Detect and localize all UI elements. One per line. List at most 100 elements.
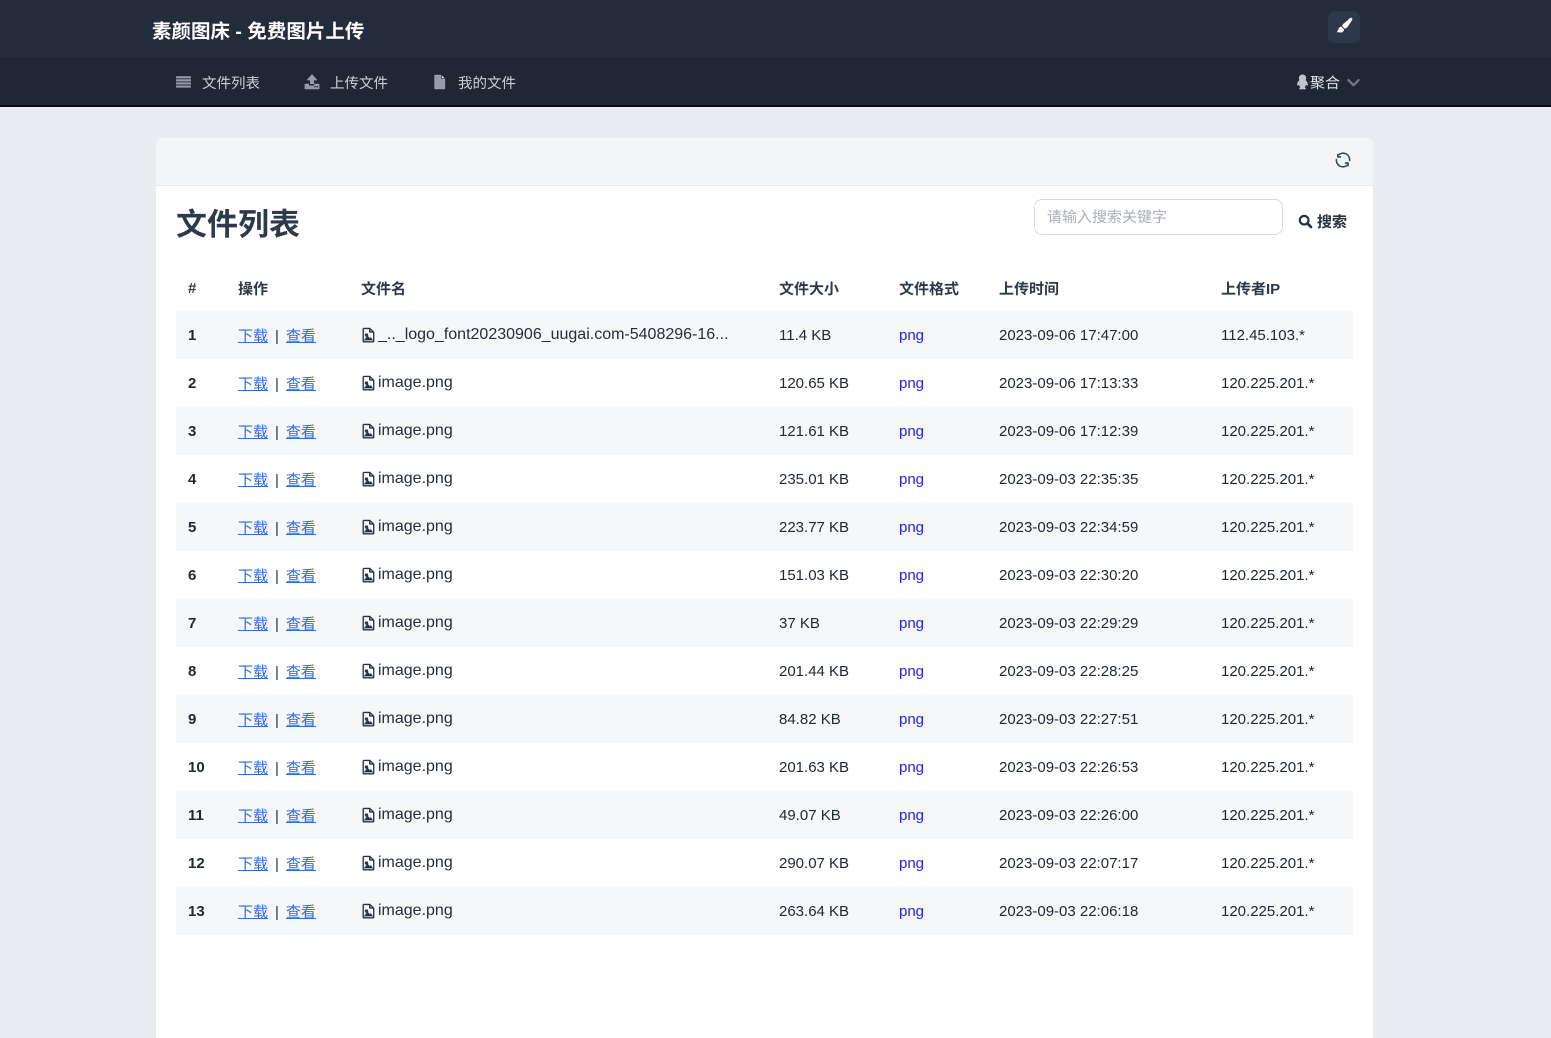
view-link[interactable]: 查看 (286, 760, 316, 777)
cell-filename: image.png (349, 791, 767, 839)
table-row: 3 下载 | 查看 image.png 121.61 KB png 2023-09-06 17… (176, 407, 1353, 455)
cell-format: png (887, 455, 987, 503)
chevron-down-icon (1347, 76, 1360, 89)
file-icon (432, 74, 448, 90)
cell-size: 121.61 KB (779, 422, 850, 440)
cell-filename: image.png (349, 887, 767, 935)
upload-icon (304, 74, 320, 90)
cell-index: 10 (188, 758, 205, 776)
file-image-icon (361, 759, 375, 775)
view-link[interactable]: 查看 (286, 376, 316, 393)
format-link[interactable]: png (899, 711, 924, 728)
format-link[interactable]: png (899, 807, 924, 824)
format-link[interactable]: png (899, 519, 924, 536)
nav-item-file-list[interactable]: 文件列表 (154, 59, 282, 105)
format-link[interactable]: png (899, 759, 924, 776)
format-link[interactable]: png (899, 615, 924, 632)
table-row: 8 下载 | 查看 image.png 201.44 KB png 2023-09-03 22… (176, 647, 1353, 695)
view-link[interactable]: 查看 (286, 424, 316, 441)
format-link[interactable]: png (899, 903, 924, 920)
cell-time: 2023-09-03 22:34:59 (999, 518, 1139, 536)
download-link[interactable]: 下载 (238, 856, 268, 873)
cell-time: 2023-09-03 22:07:17 (999, 854, 1139, 872)
cell-filename: image.png (349, 839, 767, 887)
download-link[interactable]: 下载 (238, 808, 268, 825)
download-link[interactable]: 下载 (238, 760, 268, 777)
format-link[interactable]: png (899, 423, 924, 440)
format-link[interactable]: png (899, 663, 924, 680)
view-link[interactable]: 查看 (286, 664, 316, 681)
filename-wrap: _.._logo_font20230906_uugai.com-5408296-… (361, 326, 755, 344)
format-link[interactable]: png (899, 471, 924, 488)
cell-index: 2 (188, 374, 197, 392)
download-link[interactable]: 下载 (238, 664, 268, 681)
cell-actions: 下载 | 查看 (226, 743, 349, 791)
cell-format: png (887, 311, 987, 359)
view-link[interactable]: 查看 (286, 856, 316, 873)
filename-wrap: image.png (361, 518, 755, 536)
file-table: # 操作 文件名 文件大小 文件格式 上传时间 上传者IP 1 下载 | 查看 _.._… (176, 266, 1353, 935)
file-image-icon (361, 471, 375, 487)
download-link[interactable]: 下载 (238, 328, 268, 345)
cell-ip: 120.225.201.* (1221, 758, 1315, 776)
col-time: 上传时间 (999, 281, 1060, 298)
refresh-button[interactable] (1334, 151, 1352, 172)
view-link[interactable]: 查看 (286, 808, 316, 825)
cell-filename: image.png (349, 647, 767, 695)
cell-format: png (887, 407, 987, 455)
cell-actions: 下载 | 查看 (226, 647, 349, 695)
cell-size: 223.77 KB (779, 518, 850, 536)
search-input[interactable] (1033, 199, 1283, 235)
file-image-icon (361, 855, 375, 871)
format-link[interactable]: png (899, 375, 924, 392)
format-link[interactable]: png (899, 855, 924, 872)
user-menu[interactable]: 聚合 (1296, 59, 1360, 105)
download-link[interactable]: 下载 (238, 424, 268, 441)
search-button[interactable]: 搜索 (1298, 211, 1347, 232)
theme-toggle-button[interactable] (1328, 11, 1360, 43)
view-link[interactable]: 查看 (286, 328, 316, 345)
cell-size: 201.44 KB (779, 662, 850, 680)
view-link[interactable]: 查看 (286, 568, 316, 585)
format-link[interactable]: png (899, 567, 924, 584)
view-link[interactable]: 查看 (286, 472, 316, 489)
download-link[interactable]: 下载 (238, 376, 268, 393)
format-link[interactable]: png (899, 327, 924, 344)
cell-ip: 120.225.201.* (1221, 470, 1315, 488)
search-icon (1298, 214, 1313, 229)
file-image-icon (361, 663, 375, 679)
page-title: 文件列表 (176, 207, 300, 242)
view-link[interactable]: 查看 (286, 616, 316, 633)
cell-size: 120.65 KB (779, 374, 850, 392)
cell-ip: 120.225.201.* (1221, 614, 1315, 632)
filename-text: image.png (378, 518, 453, 535)
filename-wrap: image.png (361, 806, 755, 824)
table-header-row: # 操作 文件名 文件大小 文件格式 上传时间 上传者IP (176, 266, 1353, 311)
nav-item-my-files[interactable]: 我的文件 (410, 59, 538, 105)
card-header (156, 138, 1373, 186)
cell-size: 201.63 KB (779, 758, 850, 776)
action-separator: | (275, 471, 279, 489)
download-link[interactable]: 下载 (238, 568, 268, 585)
filename-wrap: image.png (361, 758, 755, 776)
file-image-icon (361, 375, 375, 391)
filename-wrap: image.png (361, 902, 755, 920)
view-link[interactable]: 查看 (286, 904, 316, 921)
cell-format: png (887, 599, 987, 647)
nav-item-upload[interactable]: 上传文件 (282, 59, 410, 105)
download-link[interactable]: 下载 (238, 904, 268, 921)
cell-filename: image.png (349, 695, 767, 743)
download-link[interactable]: 下载 (238, 712, 268, 729)
download-link[interactable]: 下载 (238, 520, 268, 537)
download-link[interactable]: 下载 (238, 616, 268, 633)
filename-wrap: image.png (361, 710, 755, 728)
download-link[interactable]: 下载 (238, 472, 268, 489)
cell-size: 11.4 KB (779, 326, 832, 344)
file-image-icon (361, 807, 375, 823)
view-link[interactable]: 查看 (286, 520, 316, 537)
filename-text: image.png (378, 470, 453, 487)
col-filename: 文件名 (361, 281, 407, 298)
filename-wrap: image.png (361, 614, 755, 632)
view-link[interactable]: 查看 (286, 712, 316, 729)
cell-actions: 下载 | 查看 (226, 407, 349, 455)
